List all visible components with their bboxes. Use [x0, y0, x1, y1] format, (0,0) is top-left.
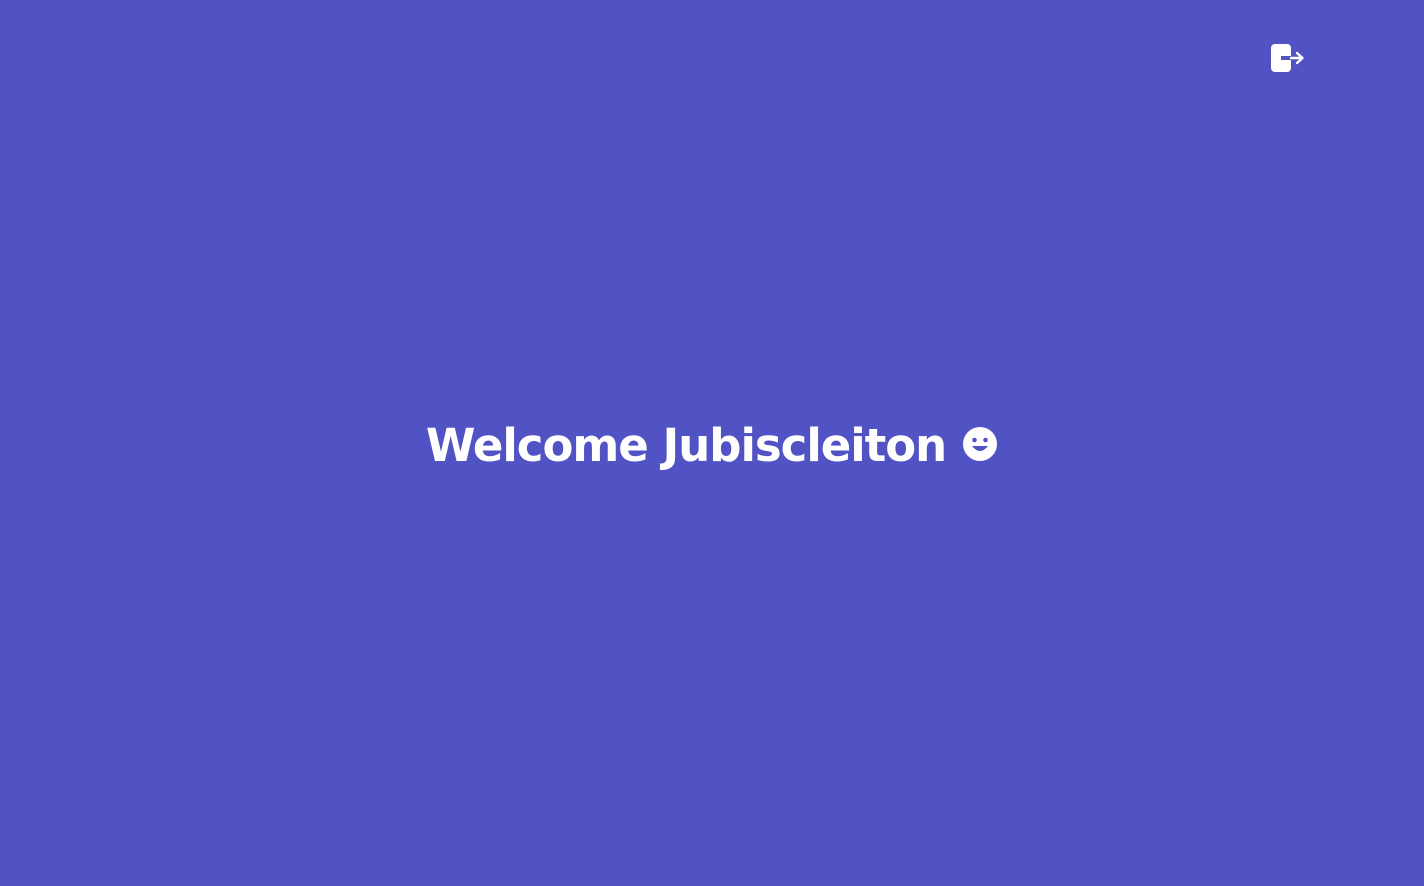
logout-button[interactable] [1268, 42, 1306, 74]
smiling-face-icon [962, 426, 998, 462]
welcome-heading: Welcome Jubiscleiton [0, 412, 1424, 480]
logout-icon [1271, 44, 1304, 72]
welcome-text: Welcome Jubiscleiton [425, 419, 947, 472]
